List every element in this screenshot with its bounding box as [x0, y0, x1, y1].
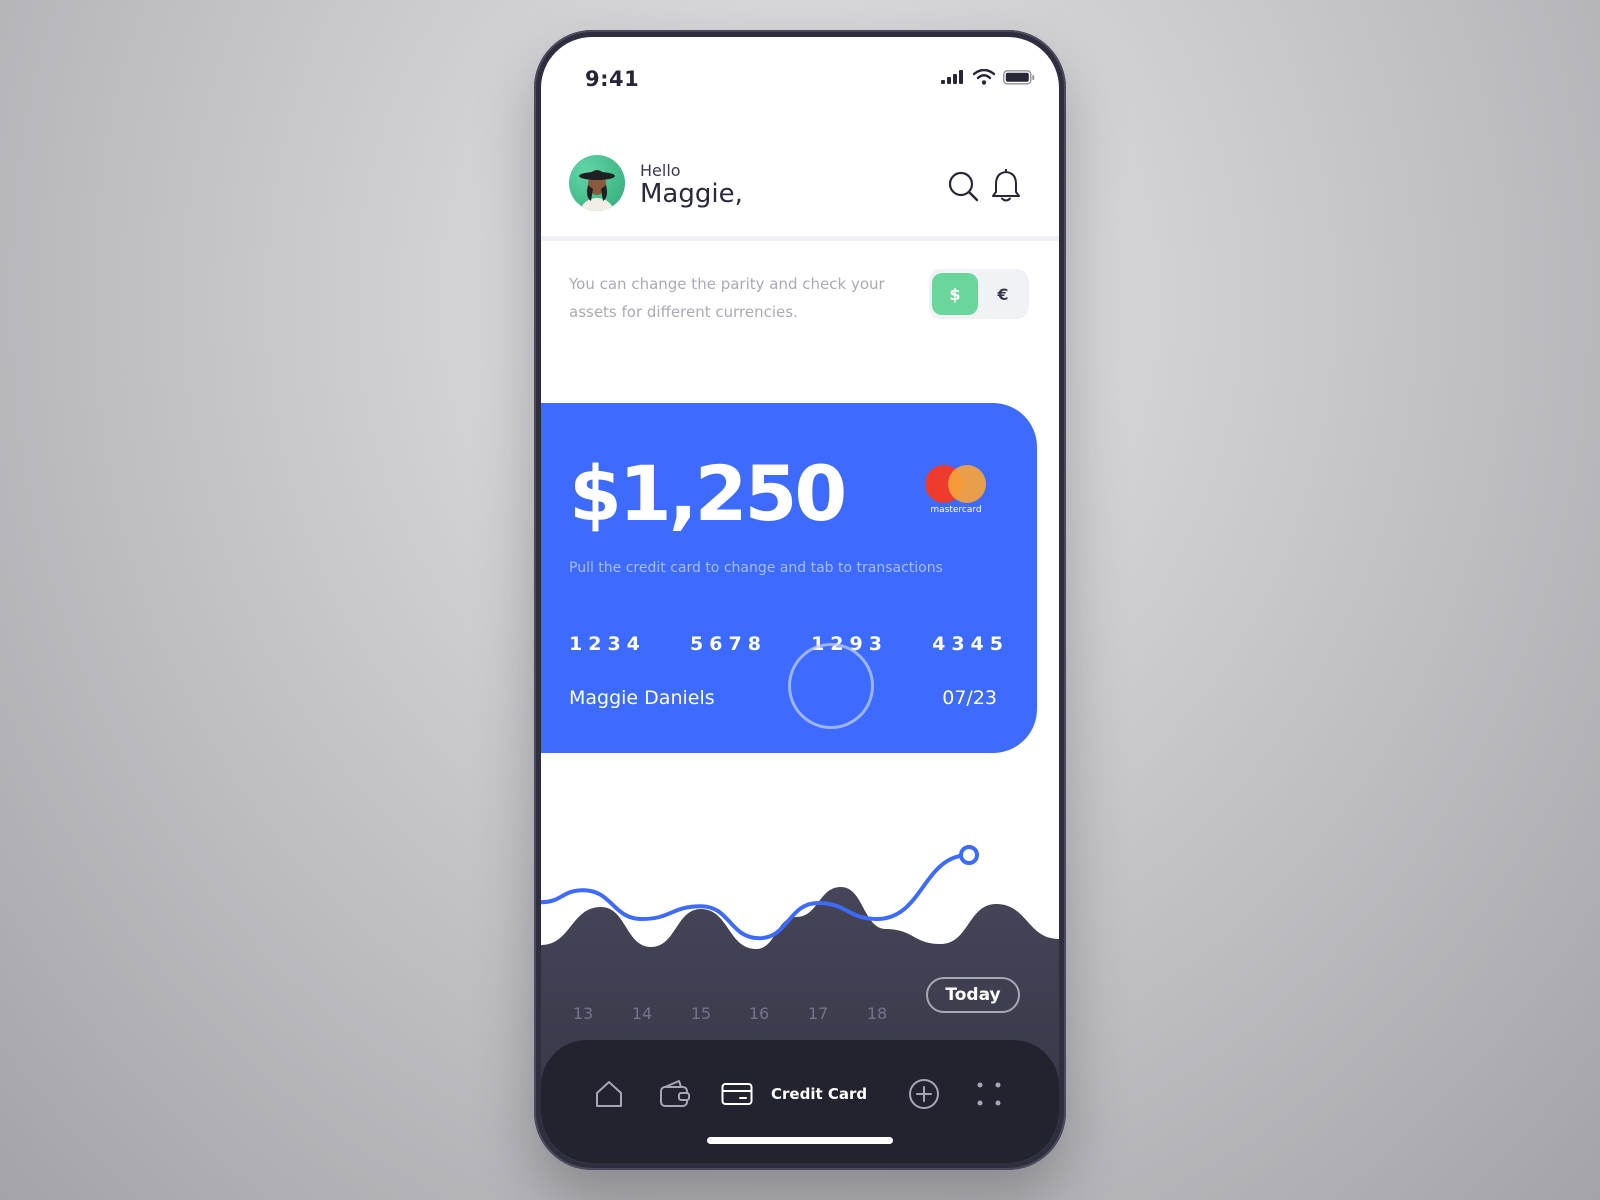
app-screen: 9:41 Hello Maggie, You can change the pa… [541, 37, 1059, 1163]
signal-icon [941, 70, 963, 84]
tab-wallet[interactable] [657, 1076, 693, 1112]
currency-usd-button[interactable]: $ [932, 273, 978, 315]
add-circle-icon [909, 1079, 939, 1109]
avatar[interactable] [569, 155, 625, 211]
wifi-icon [973, 69, 995, 85]
status-time: 9:41 [585, 67, 640, 91]
chart-x-tick-17[interactable]: 17 [808, 997, 828, 1031]
currency-eur-button[interactable]: € [980, 273, 1026, 315]
header-divider [541, 236, 1059, 241]
chart-x-tick-13[interactable]: 13 [573, 997, 593, 1031]
notifications-button[interactable] [989, 169, 1023, 203]
battery-icon [1003, 69, 1035, 85]
card-expiry: 07/23 [942, 687, 997, 709]
card-holder-name: Maggie Daniels [569, 687, 715, 709]
home-indicator[interactable] [707, 1137, 893, 1144]
card-number-group-1: 1234 [569, 633, 646, 655]
mastercard-orange-circle [948, 465, 986, 503]
home-icon [596, 1081, 622, 1107]
tab-add[interactable] [906, 1076, 942, 1112]
chart-x-tick-16[interactable]: 16 [749, 997, 769, 1031]
tab-more[interactable] [971, 1076, 1007, 1112]
mastercard-wordmark: mastercard [930, 505, 982, 515]
chart-x-tick-15[interactable]: 15 [691, 997, 711, 1031]
chart-point-today[interactable] [959, 845, 979, 865]
search-button[interactable] [946, 169, 980, 203]
chart-x-tick-14[interactable]: 14 [632, 997, 652, 1031]
status-icons [941, 69, 1035, 85]
credit-card[interactable]: $1,250 mastercard Pull the credit card t… [541, 403, 1037, 753]
card-number-group-4: 4345 [932, 633, 1009, 655]
card-number-group-2: 5678 [690, 633, 767, 655]
mastercard-logo: mastercard [923, 465, 993, 521]
status-bar: 9:41 [541, 37, 1059, 117]
card-number: 1234 5678 1293 4345 [569, 633, 1009, 655]
search-icon [948, 171, 979, 202]
currency-toggle: $ € [929, 269, 1029, 319]
more-dots-icon [977, 1082, 1001, 1106]
phone-frame: 9:41 Hello Maggie, You can change the pa… [534, 30, 1066, 1170]
tab-credit-card-label: Credit Card [771, 1085, 868, 1103]
chart-x-tick-18[interactable]: 18 [867, 997, 887, 1031]
currency-info-text: You can change the parity and check your… [569, 275, 885, 321]
credit-card-icon [721, 1083, 753, 1105]
card-drag-handle[interactable] [788, 643, 874, 729]
today-button[interactable]: Today [926, 977, 1020, 1013]
wallet-icon [660, 1080, 690, 1107]
bell-icon [992, 169, 1020, 202]
card-balance: $1,250 [569, 449, 847, 538]
card-hint: Pull the credit card to change and tab t… [569, 560, 943, 576]
tab-bar: Credit Card [541, 1040, 1059, 1163]
greeting-text: Hello [640, 161, 681, 180]
header: Hello Maggie, [541, 117, 1059, 237]
user-name: Maggie, [640, 179, 743, 209]
tab-home[interactable] [591, 1076, 627, 1112]
avatar-person-icon [579, 170, 615, 211]
tab-credit-card[interactable]: Credit Card [721, 1076, 881, 1112]
